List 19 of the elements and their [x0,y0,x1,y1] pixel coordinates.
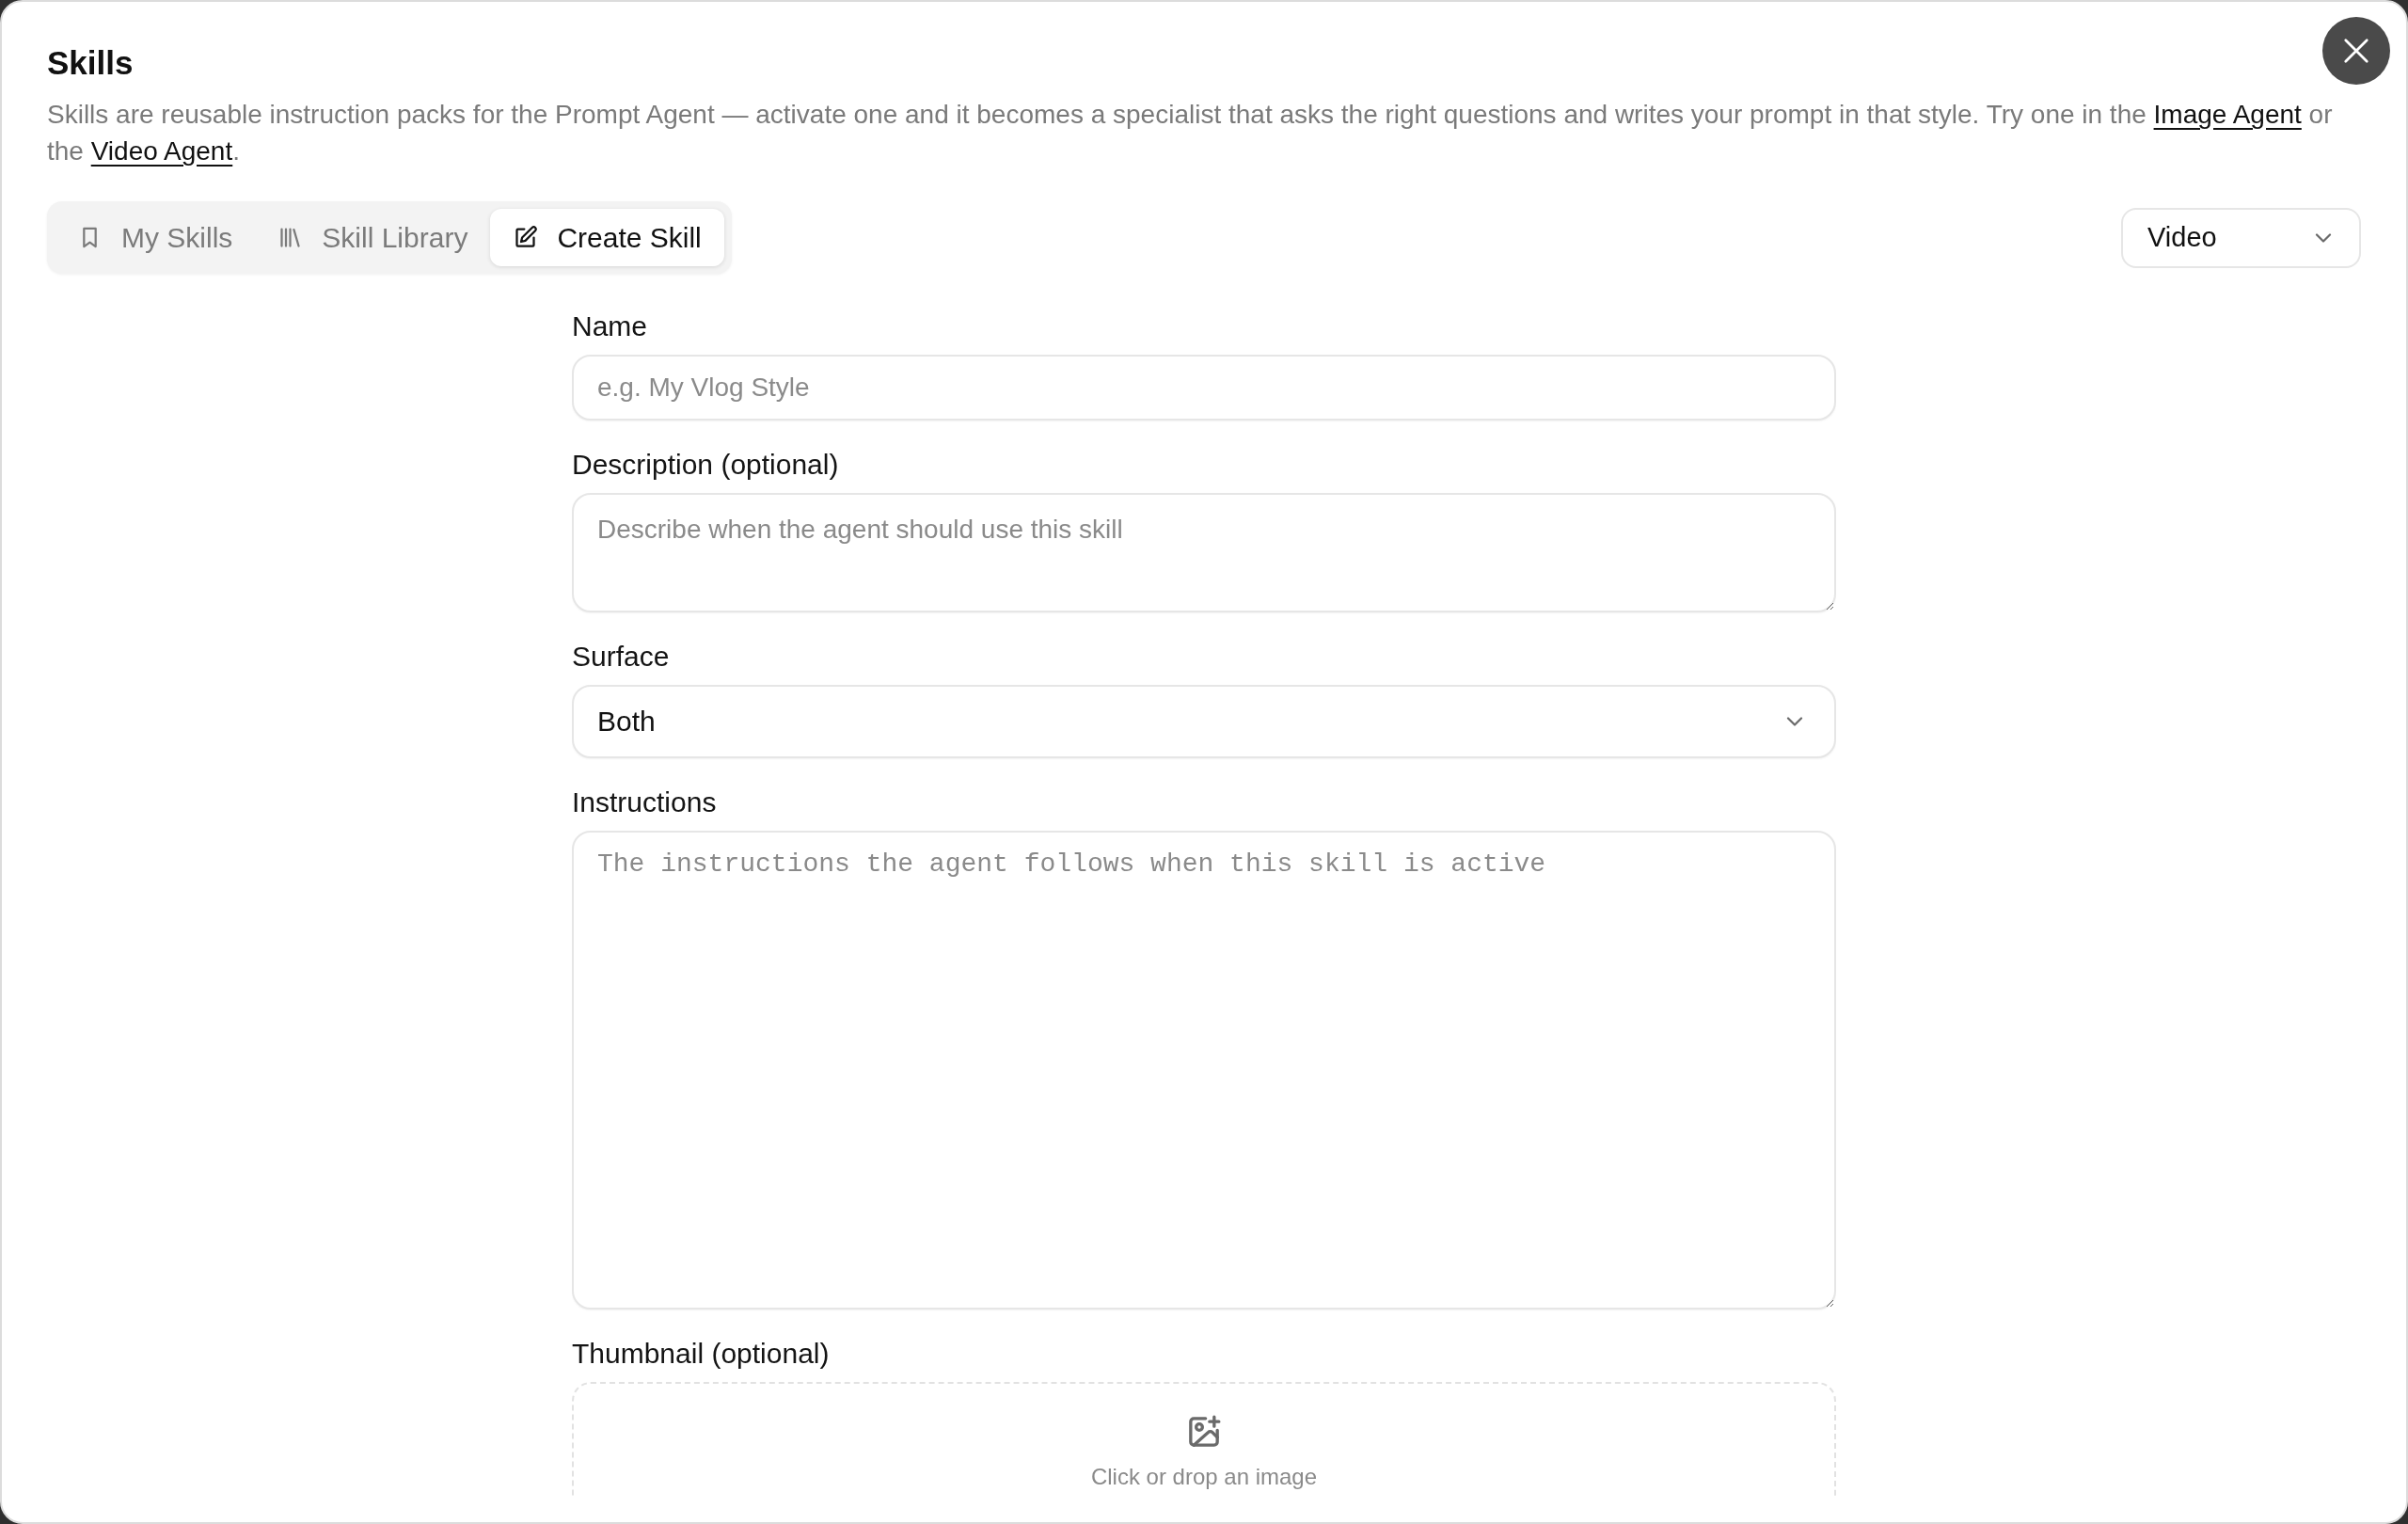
tab[interactable]: Skill Library [255,209,491,266]
dialog-title: Skills [47,43,134,83]
field-label: Surface [572,640,670,674]
field-label: Name [572,310,648,343]
field-label: Thumbnail (optional) [572,1337,830,1371]
tab[interactable]: Create Skill [490,209,724,266]
text-input[interactable]: e.g. My Vlog Style [572,355,1836,421]
media-type-select[interactable]: Video [2121,207,2361,268]
agent-link[interactable]: Video Agent [90,136,233,166]
textarea-field[interactable]: Describe when the agent should use this skill [572,493,1836,612]
pencil-square-icon [513,225,539,250]
field-label: Instructions [572,786,717,819]
select-dropdown[interactable]: Both [572,685,1836,758]
code-textarea[interactable]: The instructions the agent follows when this skill is active [572,831,1836,1310]
description-text: Skills are reusable instruction packs for the Prompt Agent — activate one and it becomes a specialist that asks the right questions and writes your prompt in that style. Try one in the Image Agent or the Video Agent. [47,99,2334,167]
agent-link[interactable]: Image Agent [2153,100,2302,129]
close-icon [2342,37,2370,65]
tab[interactable]: My Skills [55,209,256,266]
field-label: Description (optional) [572,448,839,482]
